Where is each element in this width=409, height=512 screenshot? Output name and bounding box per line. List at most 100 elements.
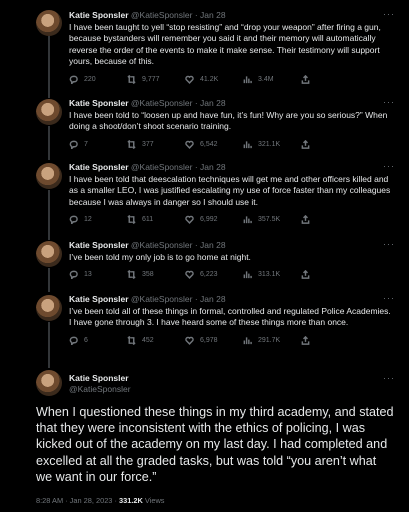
view-count: 357.5K [258, 216, 281, 224]
avatar[interactable] [36, 295, 62, 321]
like-button[interactable]: 6,992 [185, 215, 243, 225]
like-button[interactable]: 6,978 [185, 336, 243, 345]
share-button[interactable] [301, 215, 310, 225]
like-count: 6,223 [200, 271, 218, 279]
more-options-icon[interactable]: ··· [383, 9, 395, 19]
tweet-actions: 7 377 6,542 321.1K [69, 139, 395, 149]
share-button[interactable] [301, 270, 310, 280]
share-button[interactable] [301, 139, 310, 149]
views-button[interactable]: 357.5K [243, 215, 301, 224]
bar-chart-icon [243, 216, 252, 224]
tweet-date[interactable]: · Jan 28 [195, 240, 226, 250]
more-options-icon[interactable]: ··· [383, 97, 395, 107]
reply-button[interactable]: 220 [69, 75, 127, 84]
tweet-header: Katie Sponsler @KatieSponsler · Jan 28 [69, 98, 395, 108]
tweet[interactable]: Katie Sponsler @KatieSponsler · Jan 28 ·… [69, 9, 395, 84]
tweet[interactable]: Katie Sponsler @KatieSponsler · Jan 28 ·… [69, 239, 395, 280]
views-button[interactable]: 291.7K [243, 336, 301, 345]
author-name[interactable]: Katie Sponsler [69, 162, 129, 172]
tweet-actions: 12 611 6,992 357.5K [69, 215, 395, 225]
view-count: 331.2K [119, 496, 143, 505]
heart-icon [185, 75, 194, 84]
like-count: 6,542 [200, 140, 218, 148]
view-count: 321.1K [258, 140, 281, 148]
share-button[interactable] [301, 335, 310, 345]
avatar[interactable] [36, 99, 62, 125]
views-button[interactable]: 3.4M [243, 75, 301, 84]
reply-button[interactable]: 7 [69, 140, 127, 149]
view-count: 291.7K [258, 336, 281, 344]
timestamp-text[interactable]: 8:28 AM · Jan 28, 2023 · [36, 496, 119, 505]
retweet-count: 9,777 [142, 75, 160, 83]
tweet-actions: 6 452 6,978 291.7K [69, 335, 395, 345]
more-options-icon[interactable]: ··· [383, 293, 395, 303]
thread-line [48, 190, 50, 240]
tweet-date[interactable]: · Jan 28 [195, 98, 226, 108]
tweet[interactable]: Katie Sponsler @KatieSponsler · Jan 28 ·… [69, 293, 395, 345]
tweet-actions: 13 358 6,223 313.1K [69, 270, 395, 280]
tweet-date[interactable]: · Jan 28 [195, 162, 226, 172]
view-count: 3.4M [258, 75, 274, 83]
author-name[interactable]: Katie Sponsler [69, 294, 129, 304]
retweet-button[interactable]: 9,777 [127, 74, 185, 84]
author-name[interactable]: Katie Sponsler [69, 10, 129, 20]
tweet-header: Katie Sponsler @KatieSponsler · Jan 28 [69, 162, 395, 172]
views-button[interactable]: 313.1K [243, 270, 301, 279]
reply-button[interactable]: 6 [69, 336, 127, 345]
avatar[interactable] [36, 163, 62, 189]
share-icon [301, 74, 310, 84]
like-count: 6,992 [200, 216, 218, 224]
tweet-date[interactable]: · Jan 28 [195, 10, 226, 20]
more-options-icon[interactable]: ··· [383, 161, 395, 171]
retweet-button[interactable]: 377 [127, 139, 185, 149]
thread-line [48, 36, 50, 98]
author-handle[interactable]: @KatieSponsler [131, 98, 193, 108]
heart-icon [185, 271, 194, 280]
retweet-count: 377 [142, 140, 154, 148]
share-button[interactable] [301, 74, 310, 84]
retweet-button[interactable]: 358 [127, 270, 185, 280]
reply-icon [69, 336, 78, 345]
more-options-icon[interactable]: ··· [383, 373, 395, 383]
thread-line [48, 268, 50, 292]
author-name[interactable]: Katie Sponsler [69, 98, 129, 108]
retweet-count: 611 [142, 216, 154, 224]
avatar[interactable] [36, 10, 62, 36]
views-label: Views [144, 496, 165, 505]
tweet[interactable]: Katie Sponsler @KatieSponsler · Jan 28 ·… [69, 161, 395, 225]
author-handle[interactable]: @KatieSponsler [131, 162, 193, 172]
view-count: 313.1K [258, 271, 281, 279]
reply-count: 7 [84, 140, 88, 148]
reply-icon [69, 140, 78, 149]
reply-button[interactable]: 12 [69, 215, 127, 225]
author-name[interactable]: Katie Sponsler [69, 373, 131, 384]
author-handle[interactable]: @KatieSponsler [131, 294, 193, 304]
tweet-text: I’ve been told all of these things in fo… [69, 306, 391, 328]
views-button[interactable]: 321.1K [243, 140, 301, 149]
like-button[interactable]: 41.2K [185, 75, 243, 84]
tweet-date[interactable]: · Jan 28 [195, 294, 226, 304]
author-handle[interactable]: @KatieSponsler [131, 10, 193, 20]
reply-icon [69, 75, 78, 84]
like-button[interactable]: 6,542 [185, 140, 243, 149]
retweet-icon [127, 270, 136, 280]
share-icon [301, 215, 310, 225]
retweet-button[interactable]: 611 [127, 215, 185, 225]
reply-button[interactable]: 13 [69, 270, 127, 280]
retweet-icon [127, 215, 136, 225]
avatar[interactable] [36, 370, 62, 396]
like-button[interactable]: 6,223 [185, 270, 243, 280]
thread-line [48, 126, 50, 160]
author-handle[interactable]: @KatieSponsler [69, 384, 131, 395]
tweet[interactable]: Katie Sponsler @KatieSponsler · Jan 28 ·… [69, 97, 395, 149]
avatar[interactable] [36, 241, 62, 267]
retweet-count: 452 [142, 336, 154, 344]
tweet-text: I have been taught to yell “stop resisti… [69, 22, 381, 67]
more-options-icon[interactable]: ··· [383, 239, 395, 249]
author-name[interactable]: Katie Sponsler [69, 240, 129, 250]
tweet-text: I have been told that deescalation techn… [69, 174, 391, 207]
tweet-header: Katie Sponsler @KatieSponsler · Jan 28 [69, 240, 395, 250]
retweet-button[interactable]: 452 [127, 335, 185, 345]
author-handle[interactable]: @KatieSponsler [131, 240, 193, 250]
focused-tweet-header: Katie Sponsler @KatieSponsler [69, 373, 131, 395]
